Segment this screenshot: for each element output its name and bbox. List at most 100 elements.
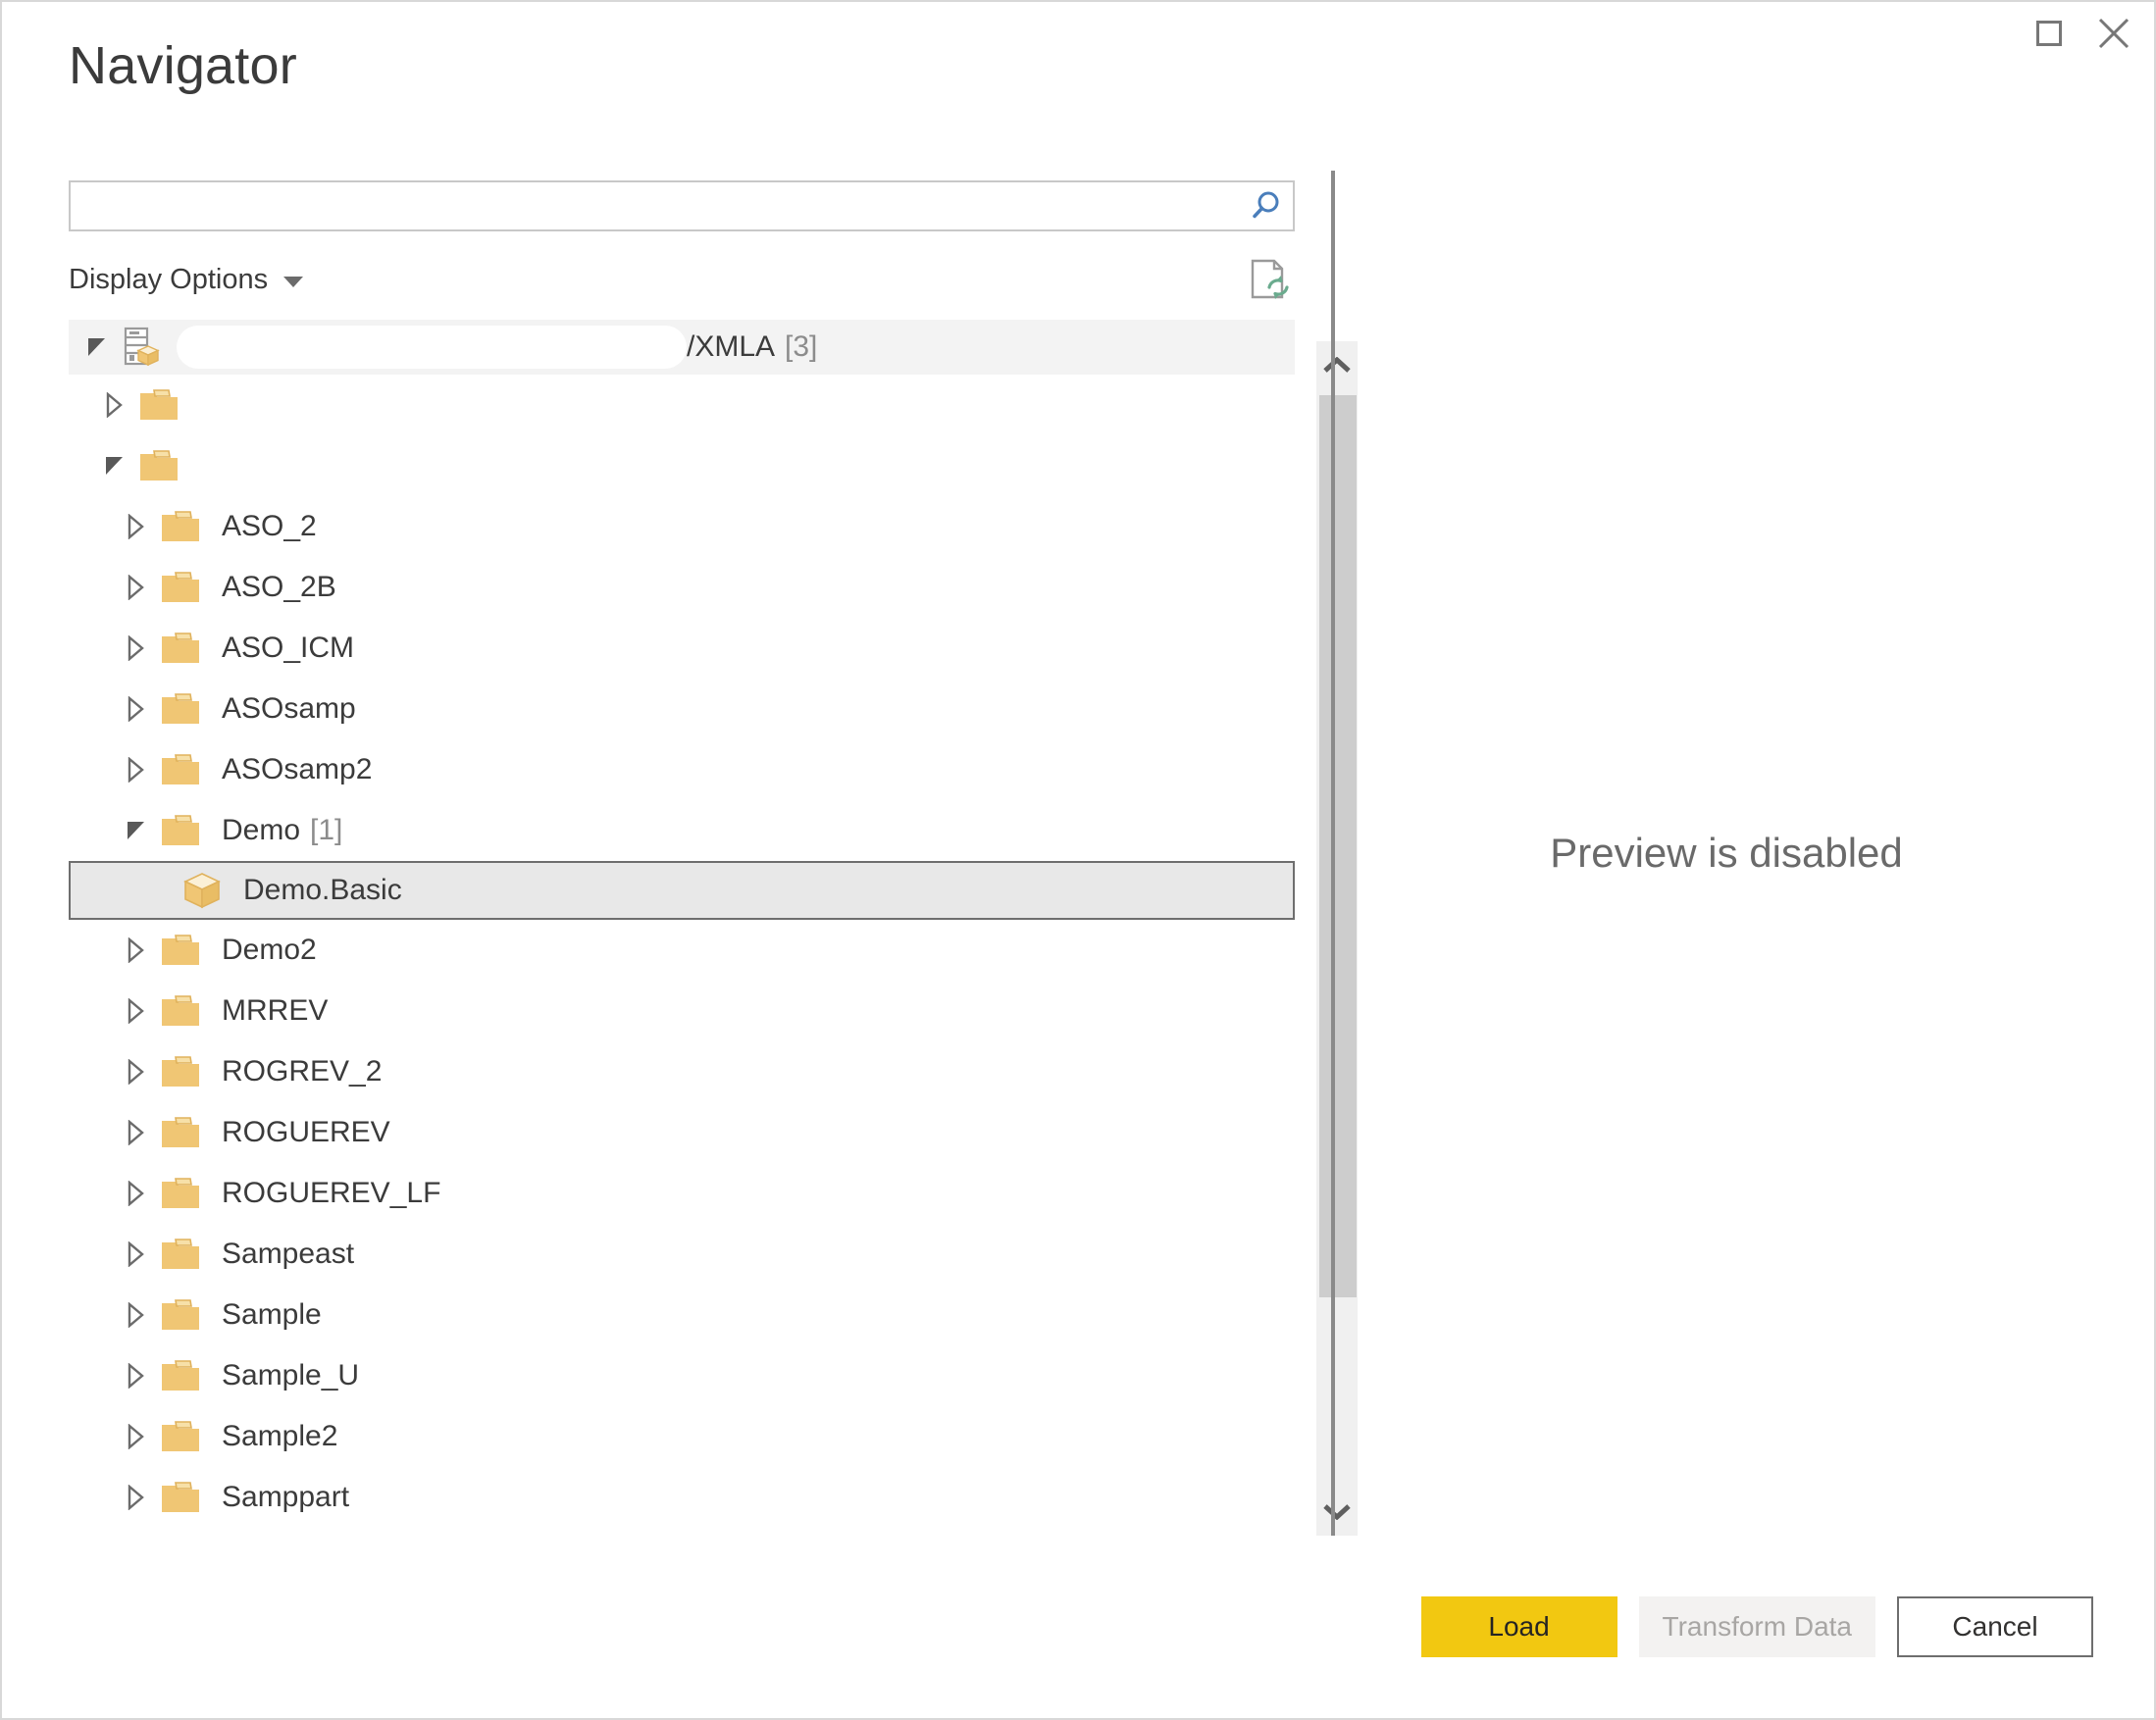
tree-item[interactable]: MRREV: [69, 981, 1295, 1041]
tree-list[interactable]: /XMLA [3] ASO_2 ASO_2B ASO_ICM ASOsamp ASOsamp…: [69, 320, 1295, 1536]
folder-icon: [162, 1239, 199, 1269]
tree-item[interactable]: ROGUEREV_LF: [69, 1163, 1295, 1224]
collapse-toggle[interactable]: [77, 334, 116, 360]
tree-item-label: ASO_2B: [222, 571, 336, 603]
tree-item[interactable]: Sample: [69, 1285, 1295, 1345]
tree-item[interactable]: ROGUEREV: [69, 1102, 1295, 1163]
server-cube-icon: [124, 327, 160, 367]
search-button[interactable]: [1238, 182, 1293, 229]
transform-data-button: Transform Data: [1638, 1596, 1875, 1657]
expand-toggle[interactable]: [94, 392, 133, 418]
folder-icon-slot: [155, 1418, 206, 1455]
chevron-right-icon: [128, 937, 144, 963]
refresh-document-icon: [1251, 259, 1289, 299]
tree-item-label: Demo: [222, 814, 301, 846]
tree-item[interactable]: /XMLA [3]: [69, 320, 1295, 375]
display-options-dropdown[interactable]: Display Options: [69, 264, 304, 296]
tree-item[interactable]: [69, 375, 1295, 435]
tree-item[interactable]: ASO_2: [69, 496, 1295, 557]
tree-item[interactable]: Samppart: [69, 1467, 1295, 1528]
tree-item[interactable]: ASO_ICM: [69, 618, 1295, 679]
expand-toggle[interactable]: [116, 1059, 155, 1085]
tree-item-label: ASOsamp: [222, 692, 356, 725]
tree-item[interactable]: ROGREV_2: [69, 1041, 1295, 1102]
expand-toggle[interactable]: [116, 1120, 155, 1145]
tree-container: /XMLA [3] ASO_2 ASO_2B ASO_ICM ASOsamp ASOsamp…: [69, 320, 1358, 1536]
title-bar: [2, 2, 2154, 73]
folder-icon-slot: [155, 690, 206, 728]
expand-toggle[interactable]: [116, 1424, 155, 1449]
tree-item[interactable]: ASOsamp: [69, 679, 1295, 739]
chevron-right-icon: [128, 1363, 144, 1389]
tree-item[interactable]: [69, 435, 1295, 496]
folder-icon-slot: [155, 1357, 206, 1394]
folder-icon-slot: [155, 992, 206, 1030]
search-icon: [1253, 191, 1279, 219]
refresh-button[interactable]: [1244, 257, 1295, 302]
chevron-right-icon: [128, 696, 144, 722]
tree-item[interactable]: Demo2: [69, 920, 1295, 981]
folder-icon-slot: [155, 1479, 206, 1516]
tree-item-label: Samppart: [222, 1481, 350, 1513]
tree-item[interactable]: ASO_2B: [69, 557, 1295, 618]
expand-toggle[interactable]: [116, 998, 155, 1024]
tree-item-label: Sample2: [222, 1420, 338, 1452]
page-title: Navigator: [69, 36, 297, 95]
tree-item-suffix: /XMLA: [687, 330, 776, 363]
search-input[interactable]: [71, 182, 1238, 229]
maximize-icon: [2036, 21, 2062, 46]
chevron-right-icon: [128, 1424, 144, 1449]
triangle-down-icon: [106, 457, 123, 475]
folder-icon-slot: [155, 630, 206, 667]
tree-item-label: ASOsamp2: [222, 753, 373, 785]
expand-toggle[interactable]: [116, 1181, 155, 1206]
tree-item-label: ROGUEREV_LF: [222, 1177, 441, 1209]
folder-icon: [162, 1360, 199, 1391]
folder-icon-slot: [155, 1236, 206, 1273]
expand-toggle[interactable]: [116, 1363, 155, 1389]
expand-toggle[interactable]: [116, 1302, 155, 1328]
collapse-toggle[interactable]: [94, 453, 133, 479]
chevron-down-icon: [283, 276, 304, 287]
folder-icon: [140, 450, 178, 481]
expand-toggle[interactable]: [116, 514, 155, 539]
pane-divider: [1331, 171, 1335, 1536]
tree-item-selected[interactable]: Demo.Basic: [69, 861, 1295, 920]
expand-toggle[interactable]: [116, 575, 155, 600]
folder-icon-slot: [155, 1053, 206, 1090]
folder-icon: [162, 1482, 199, 1512]
tree-item[interactable]: Sample2: [69, 1406, 1295, 1467]
tree-item[interactable]: ASOsamp2: [69, 739, 1295, 800]
folder-icon: [162, 1299, 199, 1330]
folder-icon-slot: [155, 1296, 206, 1334]
cancel-button[interactable]: Cancel: [1897, 1596, 2093, 1657]
cube-icon-slot: [177, 870, 228, 911]
left-pane: Display Options /XMLA [3] ASO_2 ASO_2B ASO: [69, 180, 1358, 1536]
expand-toggle[interactable]: [116, 1485, 155, 1510]
tree-item-label: Sampeast: [222, 1238, 355, 1270]
chevron-right-icon: [128, 1181, 144, 1206]
chevron-right-icon: [128, 1120, 144, 1145]
folder-icon: [162, 815, 199, 845]
close-button[interactable]: [2081, 2, 2146, 65]
tree-item[interactable]: Sample_U: [69, 1345, 1295, 1406]
load-button[interactable]: Load: [1420, 1596, 1617, 1657]
chevron-right-icon: [128, 635, 144, 661]
tree-item[interactable]: Sampeast: [69, 1224, 1295, 1285]
maximize-button[interactable]: [2017, 2, 2081, 65]
expand-toggle[interactable]: [116, 696, 155, 722]
expand-toggle[interactable]: [116, 1241, 155, 1267]
folder-icon: [162, 754, 199, 784]
chevron-right-icon: [128, 514, 144, 539]
expand-toggle[interactable]: [116, 757, 155, 783]
tree-item-label: ASO_ICM: [222, 632, 355, 664]
window-controls: [2017, 2, 2146, 73]
expand-toggle[interactable]: [116, 937, 155, 963]
expand-toggle[interactable]: [116, 635, 155, 661]
search-box[interactable]: [69, 180, 1295, 231]
collapse-toggle[interactable]: [116, 818, 155, 843]
preview-status-message: Preview is disabled: [1550, 830, 1903, 876]
triangle-down-icon: [88, 338, 105, 356]
chevron-right-icon: [106, 392, 123, 418]
tree-item[interactable]: Demo [1]: [69, 800, 1295, 861]
